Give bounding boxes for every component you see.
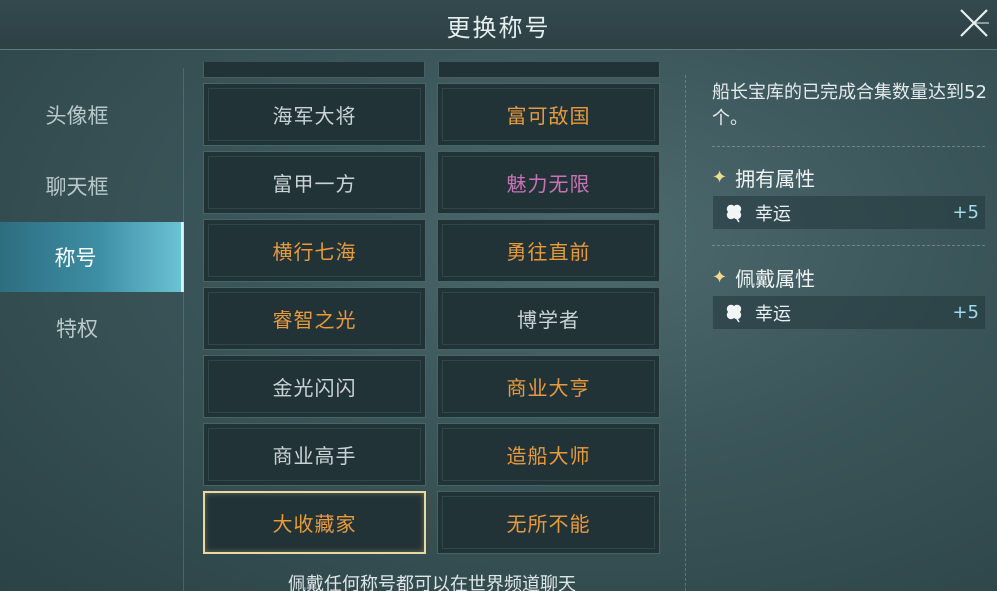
sidebar-item-privileges[interactable]: 特权 (0, 293, 184, 363)
clover-icon (726, 304, 742, 322)
title-cell[interactable]: 横行七海 (203, 219, 426, 282)
title-cell-selected[interactable]: 大收藏家 (203, 491, 426, 554)
section-label: 拥有属性 (735, 167, 816, 191)
title-label: 大收藏家 (272, 512, 357, 536)
sidebar-item-label: 特权 (56, 317, 98, 341)
title-label: 魅力无限 (506, 172, 591, 196)
owned-attribute-row: 幸运 +5 (713, 196, 985, 229)
close-icon (960, 9, 989, 37)
title-label: 勇往直前 (506, 240, 591, 264)
owned-attributes-title: ✦ 拥有属性 (712, 163, 815, 192)
header-bar: 更换称号 (0, 0, 997, 50)
title-cell[interactable]: 勇往直前 (437, 219, 660, 282)
title-cell[interactable]: 海军大将 (203, 83, 426, 146)
title-label: 造船大师 (506, 444, 591, 468)
title-cell[interactable]: 造船大师 (437, 423, 660, 486)
title-description: 船长宝库的已完成合集数量达到52个。 (712, 82, 987, 129)
equipped-attribute-row: 幸运 +5 (713, 296, 985, 329)
title-cell[interactable]: 博学者 (437, 287, 660, 350)
divider (712, 146, 985, 147)
title-cell-partial (438, 62, 660, 78)
sidebar-item-label: 聊天框 (45, 175, 109, 199)
title-cell[interactable]: 商业高手 (203, 423, 426, 486)
footer-tip: 佩戴任何称号都可以在世界频道聊天 (288, 574, 576, 591)
title-label: 商业高手 (272, 444, 357, 468)
title-cell[interactable]: 金光闪闪 (203, 355, 426, 418)
sidebar-item-avatar-frame[interactable]: 头像框 (0, 80, 184, 150)
close-button[interactable] (957, 6, 991, 40)
title-cell[interactable]: 富可敌国 (437, 83, 660, 146)
attribute-name: 幸运 (755, 303, 791, 325)
title-label: 横行七海 (272, 240, 357, 264)
page-title: 更换称号 (446, 14, 551, 42)
title-label: 富甲一方 (272, 172, 357, 196)
clover-icon (726, 204, 742, 222)
title-label: 无所不能 (506, 512, 591, 536)
title-cell-partial (203, 62, 425, 78)
sidebar-divider (183, 68, 184, 591)
divider (712, 245, 985, 246)
panel-divider (685, 75, 686, 591)
attribute-name: 幸运 (755, 203, 791, 225)
sidebar: 头像框 聊天框 称号 特权 (0, 50, 184, 591)
title-cell[interactable]: 魅力无限 (437, 151, 660, 214)
title-cell[interactable]: 睿智之光 (203, 287, 426, 350)
title-label: 博学者 (517, 308, 580, 332)
title-cell[interactable]: 富甲一方 (203, 151, 426, 214)
sidebar-item-titles[interactable]: 称号 (0, 222, 184, 292)
title-cell[interactable]: 无所不能 (437, 491, 660, 554)
title-label: 金光闪闪 (272, 376, 357, 400)
sparkle-icon: ✦ (712, 267, 728, 288)
title-label: 商业大亨 (506, 376, 591, 400)
title-label: 富可敌国 (506, 104, 591, 128)
section-label: 佩戴属性 (735, 267, 816, 291)
attribute-value: +5 (952, 202, 979, 223)
sidebar-item-label: 称号 (54, 246, 97, 270)
sidebar-item-chat-frame[interactable]: 聊天框 (0, 151, 184, 221)
title-cell[interactable]: 商业大亨 (437, 355, 660, 418)
title-label: 海军大将 (272, 104, 357, 128)
title-grid[interactable]: 海军大将 富可敌国 富甲一方 魅力无限 横行七海 勇往直前 睿智之光 博学者 金… (203, 62, 661, 556)
sidebar-item-label: 头像框 (45, 104, 109, 128)
sparkle-icon: ✦ (712, 167, 728, 188)
equipped-attributes-title: ✦ 佩戴属性 (712, 263, 815, 292)
title-label: 睿智之光 (272, 308, 357, 332)
attribute-value: +5 (952, 302, 979, 323)
